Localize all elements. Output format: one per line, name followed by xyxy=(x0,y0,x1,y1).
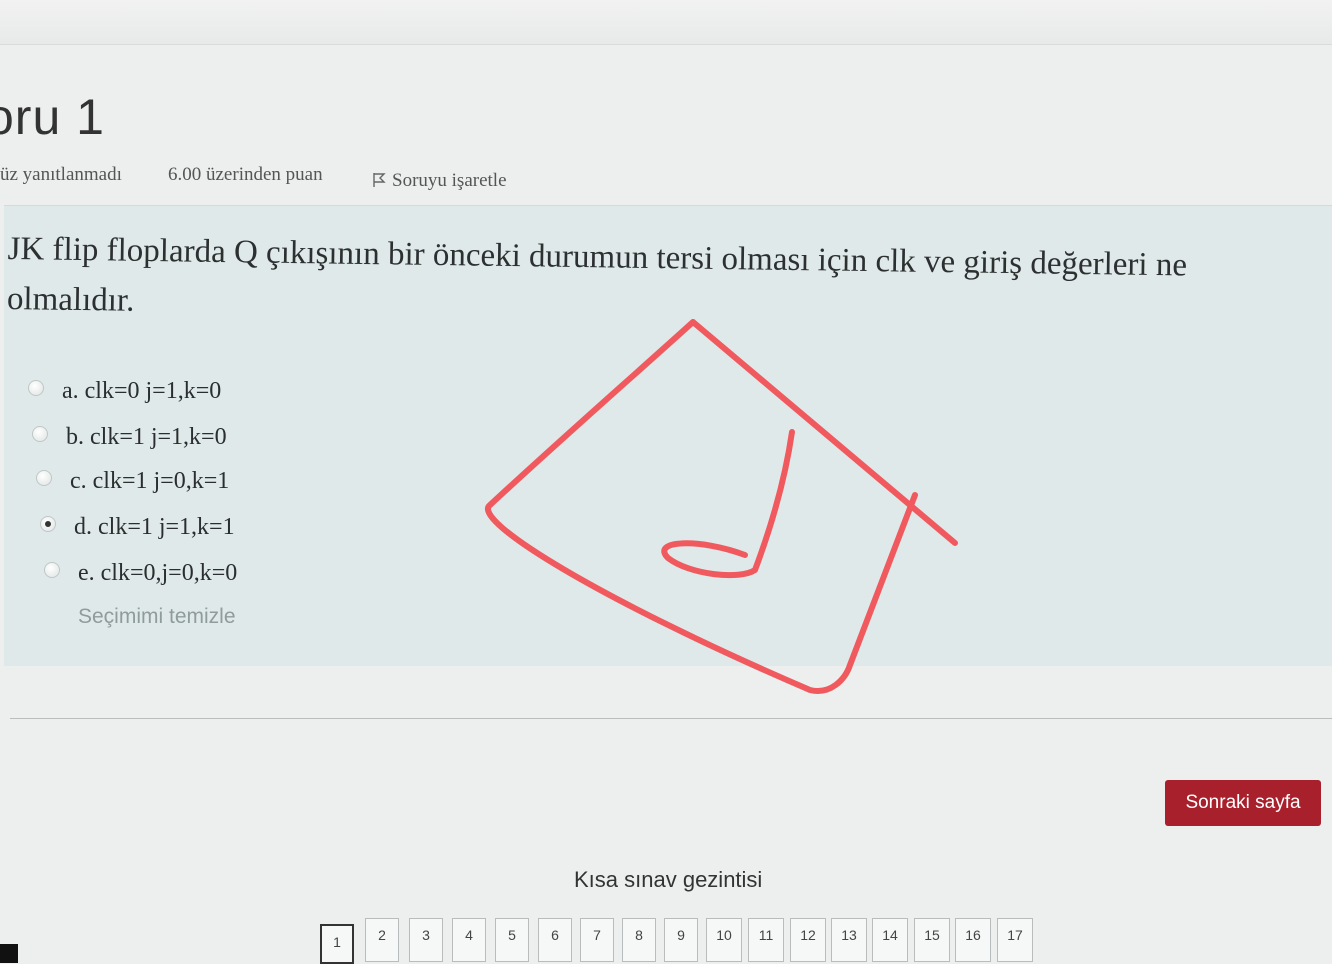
next-page-button[interactable]: Sonraki sayfa xyxy=(1165,780,1321,826)
flag-icon xyxy=(373,173,386,187)
nav-page-button[interactable]: 8 xyxy=(622,918,656,962)
answer-option-d[interactable]: d. clk=1 j=1,k=1 xyxy=(40,514,235,544)
nav-page-button[interactable]: 9 xyxy=(664,918,698,962)
answer-radio-b[interactable] xyxy=(32,426,48,442)
answer-option-b[interactable]: b. clk=1 j=1,k=0 xyxy=(32,424,227,454)
screen-corner-shadow xyxy=(0,944,18,963)
quiz-navigation-title: Kısa sınav gezintisi xyxy=(574,867,763,892)
answer-radio-e[interactable] xyxy=(44,562,60,578)
question-status: üz yanıtlanmadı xyxy=(0,164,122,185)
nav-page-button[interactable]: 4 xyxy=(452,918,486,962)
answer-radio-a[interactable] xyxy=(28,380,44,396)
nav-page-button[interactable]: 7 xyxy=(580,918,614,962)
nav-page-button[interactable]: 12 xyxy=(790,918,826,962)
answer-radio-d[interactable] xyxy=(40,516,56,532)
nav-page-button[interactable]: 15 xyxy=(914,918,950,962)
nav-page-button[interactable]: 3 xyxy=(409,918,443,962)
flag-question-label: Soruyu işaretle xyxy=(392,170,507,191)
answer-option-c[interactable]: c. clk=1 j=0,k=1 xyxy=(36,468,229,498)
nav-page-button[interactable]: 17 xyxy=(997,918,1033,962)
question-title: oru 1 xyxy=(0,89,105,145)
answer-option-a[interactable]: a. clk=0 j=1,k=0 xyxy=(28,378,221,408)
answer-label-c: c. clk=1 j=0,k=1 xyxy=(70,468,230,494)
nav-page-button[interactable]: 1 xyxy=(320,924,354,964)
nav-page-button[interactable]: 6 xyxy=(538,918,572,962)
nav-page-button[interactable]: 13 xyxy=(831,918,867,962)
answer-label-b: b. clk=1 j=1,k=0 xyxy=(66,424,227,450)
clear-choice-link[interactable]: Seçimimi temizle xyxy=(78,605,236,629)
nav-page-button[interactable]: 11 xyxy=(748,918,784,962)
section-divider xyxy=(10,718,1332,719)
page-header-strip xyxy=(0,0,1332,45)
answer-radio-c[interactable] xyxy=(36,470,52,486)
answer-option-e[interactable]: e. clk=0,j=0,k=0 xyxy=(44,560,237,590)
answer-label-d: d. clk=1 j=1,k=1 xyxy=(74,514,235,540)
answer-label-e: e. clk=0,j=0,k=0 xyxy=(78,560,238,586)
nav-page-button[interactable]: 16 xyxy=(955,918,991,962)
flag-question-link[interactable]: Soruyu işaretle xyxy=(372,170,507,192)
nav-page-button[interactable]: 14 xyxy=(872,918,908,962)
nav-page-button[interactable]: 10 xyxy=(706,918,742,962)
question-text: JK flip floplarda Q çıkışının bir önceki… xyxy=(7,224,1332,344)
answer-label-a: a. clk=0 j=1,k=0 xyxy=(62,378,222,404)
nav-page-button[interactable]: 2 xyxy=(365,918,399,962)
nav-page-button[interactable]: 5 xyxy=(495,918,529,962)
question-points: 6.00 üzerinden puan xyxy=(168,164,323,185)
